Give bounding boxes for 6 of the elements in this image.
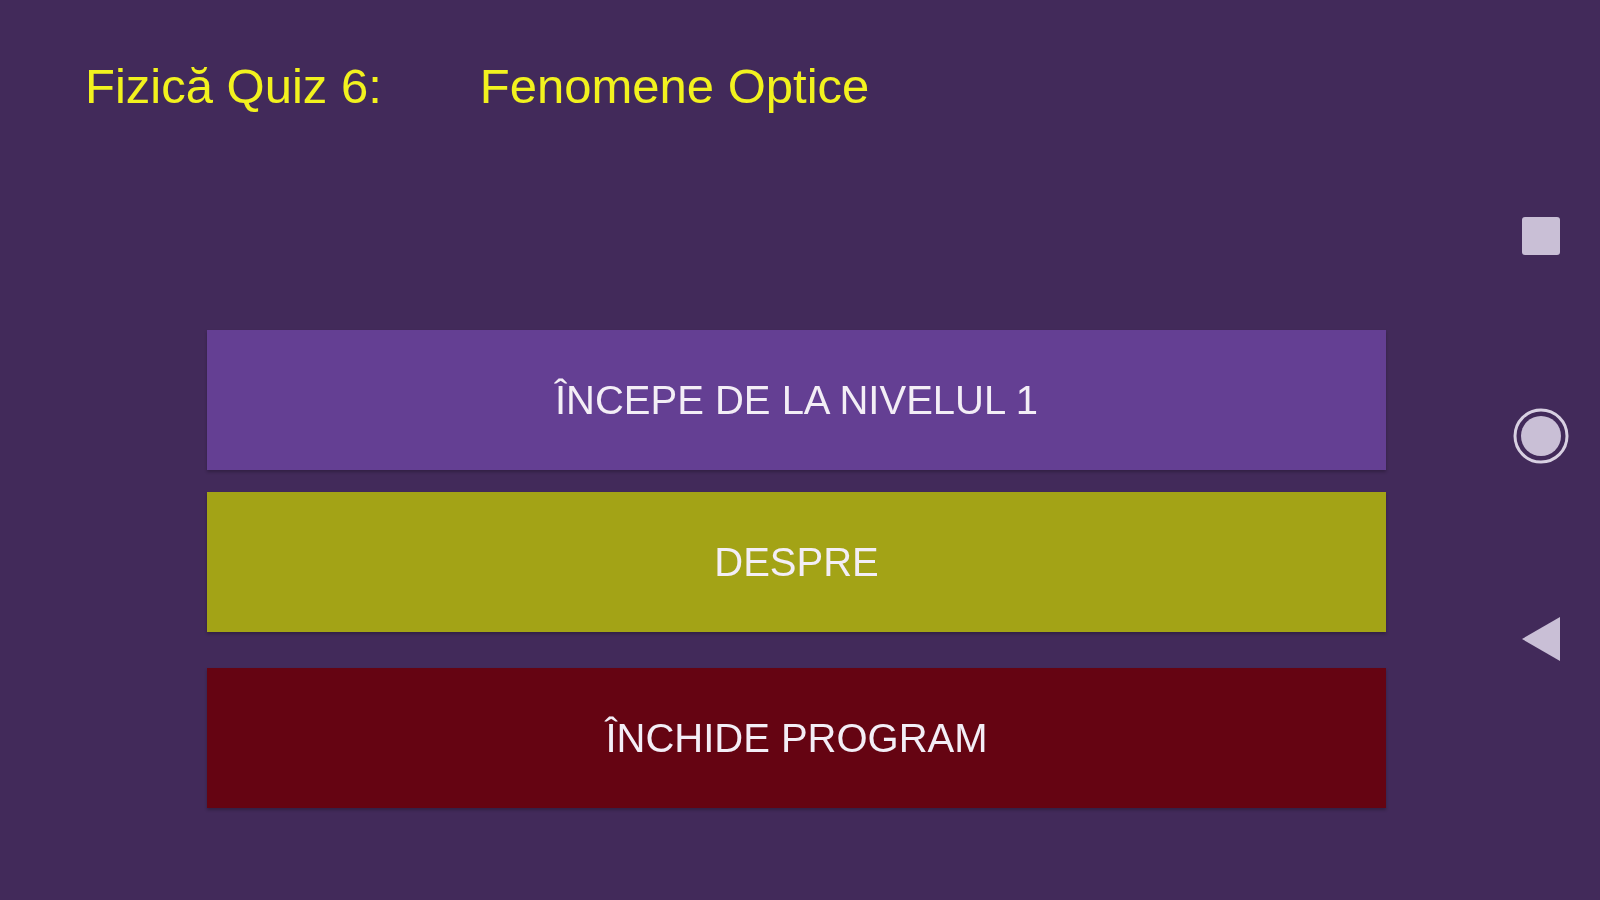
quiz-subject: Fenomene Optice xyxy=(479,58,870,115)
menu-button[interactable]: ÎNCEPE DE LA NIVELUL 1 xyxy=(207,330,1386,470)
back-icon[interactable] xyxy=(1522,617,1560,661)
menu-button[interactable]: ÎNCHIDE PROGRAM xyxy=(207,668,1386,808)
quiz-title: Fizică Quiz 6: xyxy=(85,58,382,115)
circle-icon[interactable] xyxy=(1512,407,1570,465)
